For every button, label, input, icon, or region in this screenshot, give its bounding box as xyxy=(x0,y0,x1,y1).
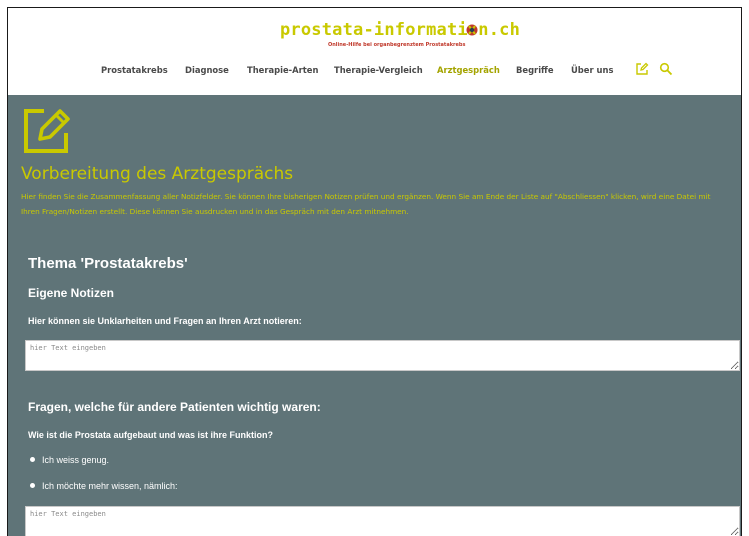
logo-text: prostata-information.ch xyxy=(280,20,521,40)
nav-item-begriffe[interactable]: Begriffe xyxy=(516,65,554,75)
questions-heading: Fragen, welche für andere Patienten wich… xyxy=(28,400,321,414)
nav-item-diagnose[interactable]: Diagnose xyxy=(185,65,229,75)
edit-icon[interactable] xyxy=(635,62,649,76)
question-label: Wie ist die Prostata aufgebaut und was i… xyxy=(28,430,273,440)
notes-label: Hier können sie Unklarheiten und Fragen … xyxy=(28,316,302,326)
page-title: Vorbereitung des Arztgesprächs xyxy=(21,164,294,184)
option-label: Ich weiss genug. xyxy=(42,455,110,465)
notes-heading: Eigene Notizen xyxy=(28,286,115,300)
nav-item-therapie-vergleich[interactable]: Therapie-Vergleich xyxy=(334,65,423,75)
option-label: Ich möchte mehr wissen, nämlich: xyxy=(42,481,178,491)
edit-notes-icon xyxy=(24,109,70,153)
radio-bullet[interactable] xyxy=(30,483,35,488)
radio-bullet[interactable] xyxy=(30,457,35,462)
nav-item-arztgespraech[interactable]: Arztgespräch xyxy=(437,65,500,75)
intro-text: Hier finden Sie die Zusammenfassung alle… xyxy=(21,192,711,216)
main-navigation: Prostatakrebs Diagnose Therapie-Arten Th… xyxy=(8,62,741,83)
nav-item-prostatakrebs[interactable]: Prostatakrebs xyxy=(101,65,168,75)
main-content: Vorbereitung des Arztgesprächs Hier find… xyxy=(8,95,741,536)
nav-item-ueber-uns[interactable]: Über uns xyxy=(571,65,613,75)
browser-viewport: prostata-information.ch Online-Hilfe bei… xyxy=(7,7,742,536)
answer-textarea[interactable] xyxy=(25,506,740,536)
site-header: prostata-information.ch Online-Hilfe bei… xyxy=(8,8,741,95)
logo-mark-icon xyxy=(466,24,478,36)
notes-textarea[interactable] xyxy=(25,340,740,371)
nav-item-therapie-arten[interactable]: Therapie-Arten xyxy=(247,65,318,75)
theme-heading: Thema 'Prostatakrebs' xyxy=(28,255,188,272)
search-icon[interactable] xyxy=(659,62,673,76)
logo-tagline: Online-Hilfe bei organbegrenztem Prostat… xyxy=(328,42,466,48)
